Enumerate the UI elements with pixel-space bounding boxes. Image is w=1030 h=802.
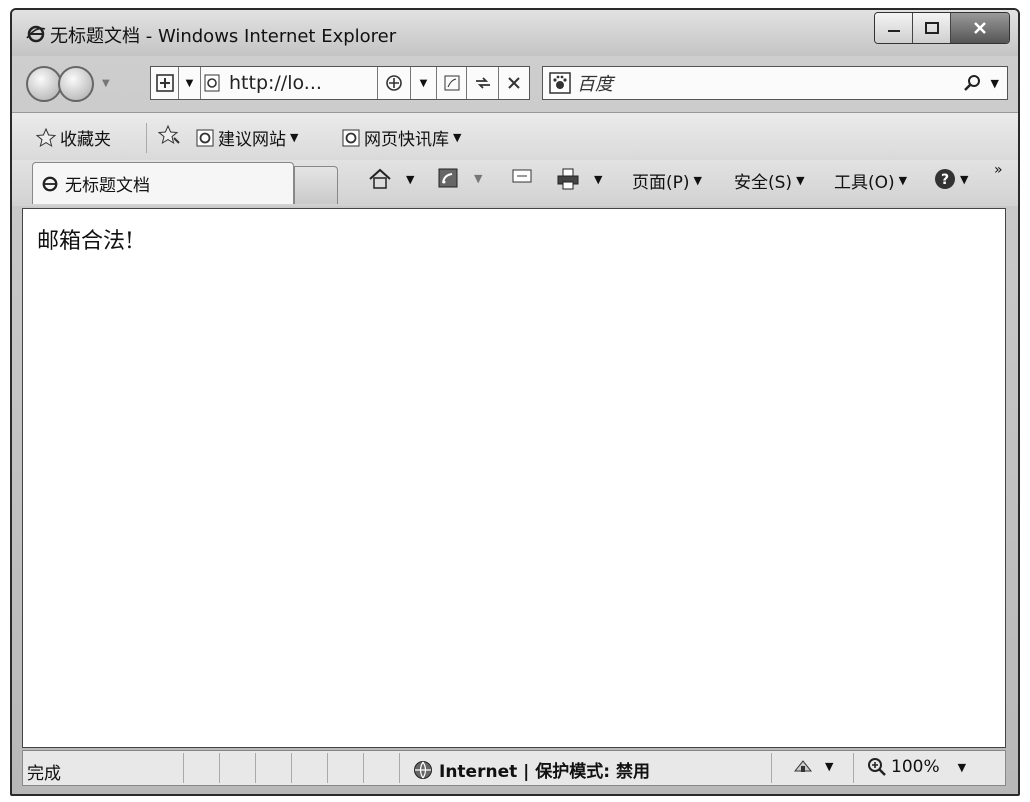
chevron-down-icon: ▼ xyxy=(453,131,462,144)
home-icon xyxy=(369,168,391,189)
search-input[interactable]: 百度 xyxy=(577,70,963,96)
window-title: 无标题文档 - Windows Internet Explorer xyxy=(50,26,397,47)
status-bar: 完成 Internet | 保护模式: 禁用 ▼ 100% ▼ xyxy=(22,750,1006,786)
add-favorite-star-icon xyxy=(158,125,180,145)
status-text: 完成 xyxy=(27,764,61,784)
page-content: 邮箱合法! xyxy=(22,208,1006,748)
safety-menu-button[interactable]: 安全(S) ▼ xyxy=(734,168,805,193)
minimize-button[interactable] xyxy=(875,13,913,43)
favorites-item-web-slice[interactable]: 网页快讯库 ▼ xyxy=(342,125,461,150)
zoom-button[interactable]: 100% ▼ xyxy=(867,757,966,777)
rss-feed-button[interactable] xyxy=(437,67,467,99)
chevron-down-icon: ▼ xyxy=(957,760,967,774)
history-dropdown-icon[interactable]: ▼ xyxy=(102,78,110,89)
refresh-button[interactable] xyxy=(467,67,499,99)
page-menu-button[interactable]: 页面(P) ▼ xyxy=(632,168,702,193)
chevron-down-icon: ▼ xyxy=(898,174,908,187)
ie-page-icon xyxy=(196,129,214,146)
print-button[interactable]: ▼ xyxy=(556,168,602,190)
stop-button[interactable] xyxy=(499,67,529,99)
forward-button[interactable] xyxy=(58,66,94,102)
zone-label: Internet | 保护模式: 禁用 xyxy=(439,762,650,782)
mail-icon xyxy=(512,169,532,183)
rss-icon xyxy=(438,168,458,188)
tab-label: 无标题文档 xyxy=(65,176,150,196)
window-controls xyxy=(874,12,1010,44)
rss-icon xyxy=(444,75,459,91)
security-zone[interactable]: Internet | 保护模式: 禁用 xyxy=(413,757,650,782)
print-icon xyxy=(557,168,579,190)
browser-window: 无标题文档 - Windows Internet Explorer ▼ ▼ ht… xyxy=(10,8,1020,796)
popup-blocker-icon xyxy=(793,760,813,772)
popup-blocker-button[interactable]: ▼ xyxy=(793,757,833,775)
chevron-down-icon: ▼ xyxy=(796,174,805,187)
overflow-chevron-button[interactable]: » xyxy=(994,162,1003,178)
minimize-icon xyxy=(887,30,900,32)
favorites-divider xyxy=(146,123,147,153)
close-icon xyxy=(974,22,986,34)
back-button[interactable] xyxy=(26,66,62,102)
search-icon[interactable] xyxy=(963,74,981,92)
favorites-button[interactable]: 收藏夹 xyxy=(36,125,111,150)
favorites-label: 收藏夹 xyxy=(60,130,111,150)
compat-view-button[interactable] xyxy=(377,67,411,99)
chevron-down-icon: ▼ xyxy=(825,759,834,773)
chevron-down-icon: ▼ xyxy=(290,131,299,144)
address-row: ▼ ▼ http://lo... ▼ 百度 ▼ xyxy=(12,60,1018,108)
email-valid-message: 邮箱合法! xyxy=(37,229,134,254)
compat-icon xyxy=(386,75,402,91)
maximize-button[interactable] xyxy=(913,13,951,43)
address-bar[interactable]: ▼ http://lo... ▼ xyxy=(150,66,530,100)
baidu-logo-icon xyxy=(549,72,571,94)
address-dropdown-icon[interactable]: ▼ xyxy=(179,67,201,99)
favorites-bar: 收藏夹 建议网站 ▼ 网页快讯库 ▼ xyxy=(12,112,1018,162)
new-tab-button[interactable] xyxy=(294,166,338,204)
tab-untitled-document[interactable]: 无标题文档 xyxy=(32,162,294,204)
maximize-icon xyxy=(924,22,939,34)
help-menu-button[interactable]: ? ▼ xyxy=(934,168,968,190)
add-favorite-icon[interactable] xyxy=(151,67,179,99)
zoom-icon xyxy=(868,758,886,776)
feeds-button[interactable]: ▼ xyxy=(438,168,482,188)
globe-icon xyxy=(414,760,432,779)
address-input[interactable]: http://lo... xyxy=(223,72,377,94)
chevron-down-icon: ▼ xyxy=(693,174,702,187)
compat-dropdown-icon[interactable]: ▼ xyxy=(411,67,437,99)
read-mail-button[interactable] xyxy=(512,168,532,184)
ie-logo-icon xyxy=(42,176,58,191)
tab-command-row: 无标题文档 ▼ ▼ ▼ 页面(P) ▼ 安全(S) ▼ 工具(O) ▼ ? ▼ … xyxy=(12,160,1018,206)
chevron-down-icon: ▼ xyxy=(960,172,969,186)
page-icon xyxy=(201,74,223,92)
favorites-item-suggested[interactable]: 建议网站 ▼ xyxy=(196,125,298,150)
search-dropdown-icon[interactable]: ▼ xyxy=(991,77,999,90)
star-icon xyxy=(36,127,56,147)
home-button[interactable]: ▼ xyxy=(368,168,414,190)
chevron-down-icon[interactable]: ▼ xyxy=(474,172,482,185)
zoom-label: 100% xyxy=(891,757,940,777)
stop-icon xyxy=(508,77,520,89)
ie-logo-icon xyxy=(26,24,46,44)
svg-text:?: ? xyxy=(941,172,949,188)
ie-page-icon xyxy=(342,129,360,146)
search-bar[interactable]: 百度 ▼ xyxy=(542,66,1008,100)
help-icon: ? xyxy=(935,169,955,189)
add-to-favorites-bar-button[interactable] xyxy=(158,125,180,145)
chevron-down-icon[interactable]: ▼ xyxy=(406,173,414,186)
refresh-icon xyxy=(475,77,490,89)
tools-menu-button[interactable]: 工具(O) ▼ xyxy=(834,168,907,193)
title-bar[interactable]: 无标题文档 - Windows Internet Explorer xyxy=(12,10,1018,56)
chevron-down-icon[interactable]: ▼ xyxy=(594,173,602,186)
close-button[interactable] xyxy=(951,13,1009,43)
